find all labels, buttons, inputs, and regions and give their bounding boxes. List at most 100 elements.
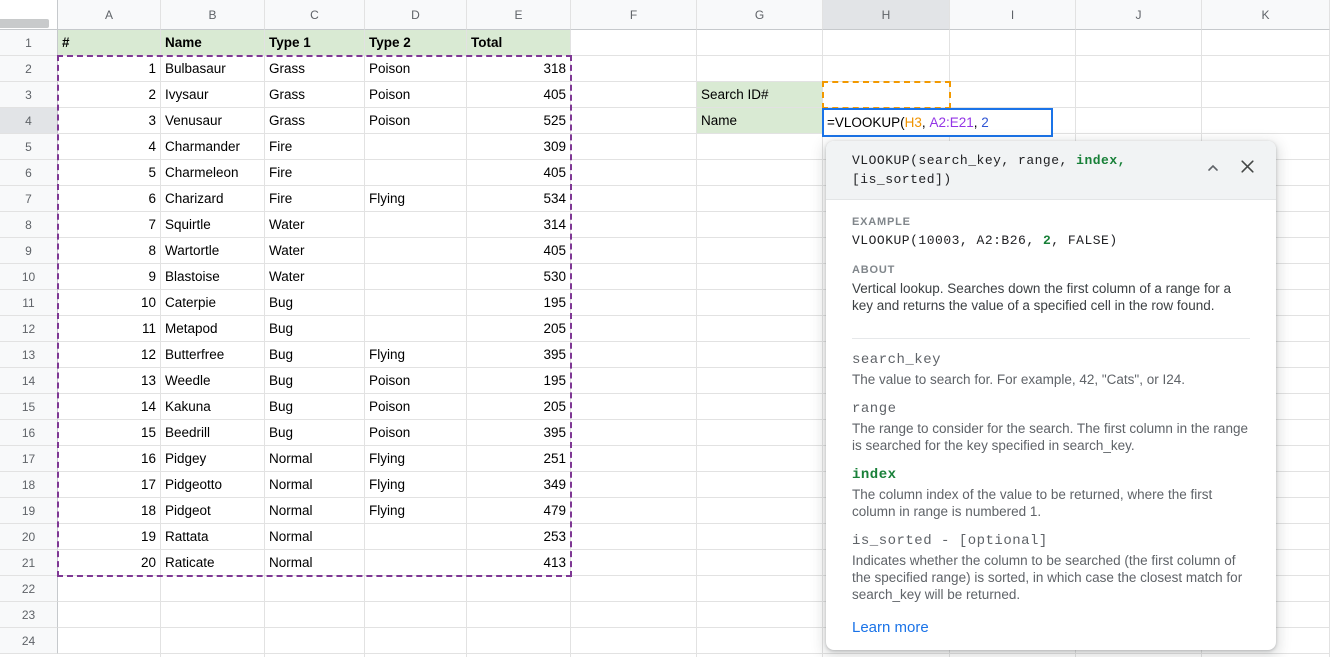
cell-B4[interactable]: Venusaur: [161, 108, 265, 134]
row-header-24[interactable]: 24: [0, 628, 58, 654]
cell-E14[interactable]: 195: [467, 368, 571, 394]
cell-G4[interactable]: Name: [697, 108, 823, 134]
row-header-22[interactable]: 22: [0, 576, 58, 602]
row-header-8[interactable]: 8: [0, 212, 58, 238]
row-header-21[interactable]: 21: [0, 550, 58, 576]
cell-A13[interactable]: 12: [58, 342, 161, 368]
cell-C14[interactable]: Bug: [265, 368, 365, 394]
cell-A6[interactable]: 5: [58, 160, 161, 186]
row-header-1[interactable]: 1: [0, 30, 58, 56]
column-header-A[interactable]: A: [58, 0, 161, 30]
row-header-23[interactable]: 23: [0, 602, 58, 628]
cell-E12[interactable]: 205: [467, 316, 571, 342]
column-header-G[interactable]: G: [697, 0, 823, 30]
cell-C6[interactable]: Fire: [265, 160, 365, 186]
cell-B1[interactable]: Name: [161, 30, 265, 56]
cell-D4[interactable]: Poison: [365, 108, 467, 134]
row-header-16[interactable]: 16: [0, 420, 58, 446]
cell-A12[interactable]: 11: [58, 316, 161, 342]
cell-E6[interactable]: 405: [467, 160, 571, 186]
cell-B6[interactable]: Charmeleon: [161, 160, 265, 186]
column-header-D[interactable]: D: [365, 0, 467, 30]
cell-C3[interactable]: Grass: [265, 82, 365, 108]
cell-C19[interactable]: Normal: [265, 498, 365, 524]
cell-D18[interactable]: Flying: [365, 472, 467, 498]
cell-B18[interactable]: Pidgeotto: [161, 472, 265, 498]
cell-B9[interactable]: Wartortle: [161, 238, 265, 264]
cell-D13[interactable]: Flying: [365, 342, 467, 368]
cell-A2[interactable]: 1: [58, 56, 161, 82]
cell-B17[interactable]: Pidgey: [161, 446, 265, 472]
cell-A21[interactable]: 20: [58, 550, 161, 576]
cell-D19[interactable]: Flying: [365, 498, 467, 524]
row-header-4[interactable]: 4: [0, 108, 58, 134]
cell-C9[interactable]: Water: [265, 238, 365, 264]
cell-E1[interactable]: Total: [467, 30, 571, 56]
cell-E20[interactable]: 253: [467, 524, 571, 550]
cell-E7[interactable]: 534: [467, 186, 571, 212]
row-header-9[interactable]: 9: [0, 238, 58, 264]
row-header-11[interactable]: 11: [0, 290, 58, 316]
cell-B14[interactable]: Weedle: [161, 368, 265, 394]
cell-C11[interactable]: Bug: [265, 290, 365, 316]
close-button[interactable]: [1236, 155, 1258, 177]
column-header-F[interactable]: F: [571, 0, 697, 30]
cell-C5[interactable]: Fire: [265, 134, 365, 160]
row-header-2[interactable]: 2: [0, 56, 58, 82]
cell-A3[interactable]: 2: [58, 82, 161, 108]
column-header-H[interactable]: H: [823, 0, 950, 30]
formula-editor[interactable]: =VLOOKUP(H3, A2:E21, 2: [822, 108, 1053, 137]
row-header-20[interactable]: 20: [0, 524, 58, 550]
cell-C8[interactable]: Water: [265, 212, 365, 238]
cell-B15[interactable]: Kakuna: [161, 394, 265, 420]
row-header-17[interactable]: 17: [0, 446, 58, 472]
cell-C20[interactable]: Normal: [265, 524, 365, 550]
cell-A8[interactable]: 7: [58, 212, 161, 238]
cell-C15[interactable]: Bug: [265, 394, 365, 420]
cell-E13[interactable]: 395: [467, 342, 571, 368]
row-header-6[interactable]: 6: [0, 160, 58, 186]
cell-C2[interactable]: Grass: [265, 56, 365, 82]
cell-C16[interactable]: Bug: [265, 420, 365, 446]
row-header-18[interactable]: 18: [0, 472, 58, 498]
cell-C18[interactable]: Normal: [265, 472, 365, 498]
cell-E5[interactable]: 309: [467, 134, 571, 160]
cell-B16[interactable]: Beedrill: [161, 420, 265, 446]
cell-A14[interactable]: 13: [58, 368, 161, 394]
cell-A16[interactable]: 15: [58, 420, 161, 446]
cell-E18[interactable]: 349: [467, 472, 571, 498]
cell-D2[interactable]: Poison: [365, 56, 467, 82]
cell-A15[interactable]: 14: [58, 394, 161, 420]
cell-C12[interactable]: Bug: [265, 316, 365, 342]
cell-D1[interactable]: Type 2: [365, 30, 467, 56]
cell-A19[interactable]: 18: [58, 498, 161, 524]
cell-E16[interactable]: 395: [467, 420, 571, 446]
cell-E10[interactable]: 530: [467, 264, 571, 290]
cell-B8[interactable]: Squirtle: [161, 212, 265, 238]
cell-E21[interactable]: 413: [467, 550, 571, 576]
column-header-B[interactable]: B: [161, 0, 265, 30]
cell-D14[interactable]: Poison: [365, 368, 467, 394]
cell-E9[interactable]: 405: [467, 238, 571, 264]
select-all-corner[interactable]: [0, 0, 58, 30]
row-header-14[interactable]: 14: [0, 368, 58, 394]
cell-B5[interactable]: Charmander: [161, 134, 265, 160]
cell-E3[interactable]: 405: [467, 82, 571, 108]
cell-E15[interactable]: 205: [467, 394, 571, 420]
cell-A17[interactable]: 16: [58, 446, 161, 472]
cell-B7[interactable]: Charizard: [161, 186, 265, 212]
column-header-J[interactable]: J: [1076, 0, 1202, 30]
cell-C13[interactable]: Bug: [265, 342, 365, 368]
cell-C10[interactable]: Water: [265, 264, 365, 290]
cell-A11[interactable]: 10: [58, 290, 161, 316]
row-header-12[interactable]: 12: [0, 316, 58, 342]
row-header-10[interactable]: 10: [0, 264, 58, 290]
cell-B10[interactable]: Blastoise: [161, 264, 265, 290]
cell-B2[interactable]: Bulbasaur: [161, 56, 265, 82]
cell-E11[interactable]: 195: [467, 290, 571, 316]
cell-E19[interactable]: 479: [467, 498, 571, 524]
cell-C1[interactable]: Type 1: [265, 30, 365, 56]
cell-B13[interactable]: Butterfree: [161, 342, 265, 368]
row-header-15[interactable]: 15: [0, 394, 58, 420]
cell-B3[interactable]: Ivysaur: [161, 82, 265, 108]
